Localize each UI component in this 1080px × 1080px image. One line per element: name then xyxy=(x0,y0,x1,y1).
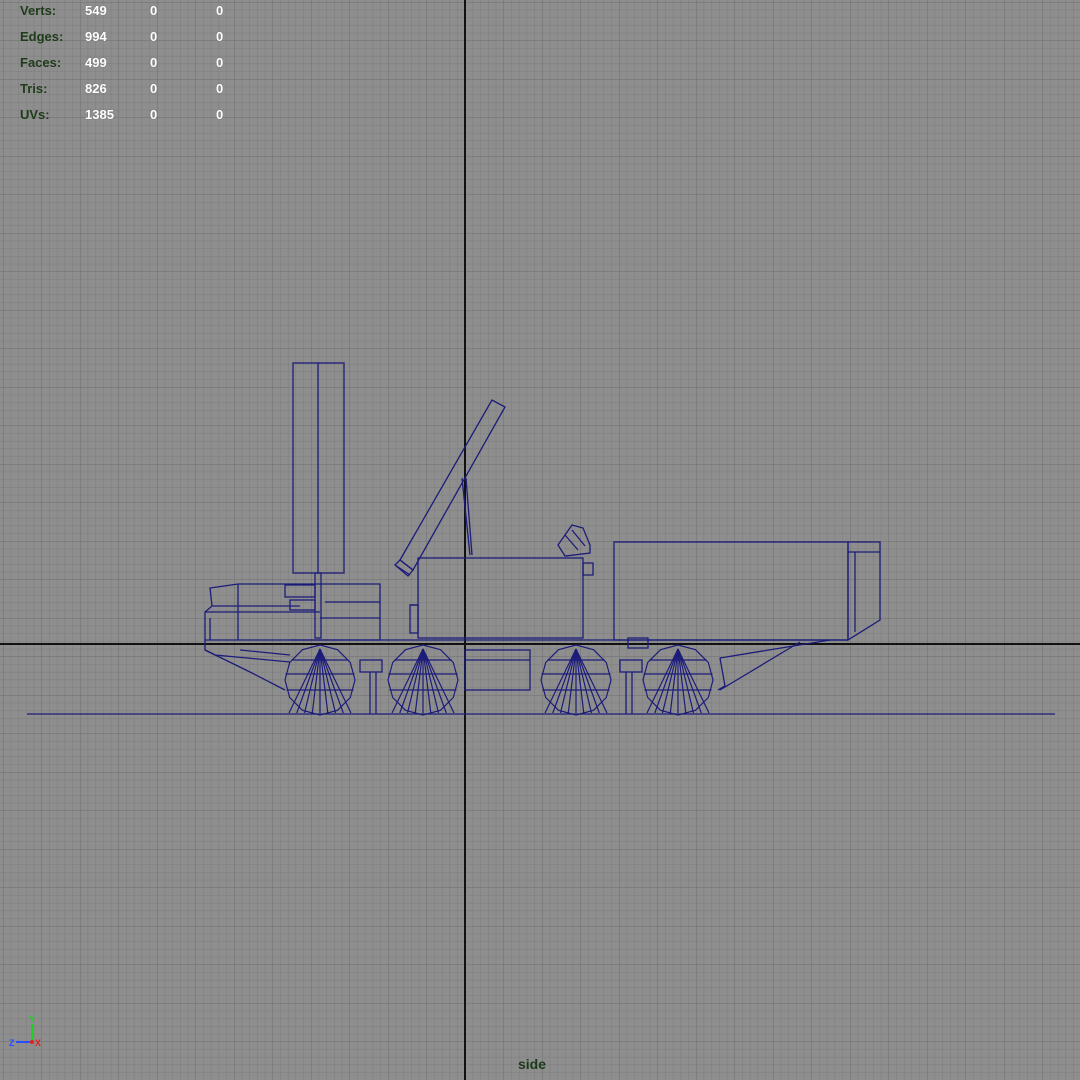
hud-label: Edges: xyxy=(20,29,64,44)
x-axis-dot xyxy=(30,1040,34,1044)
hud-value: 0 xyxy=(216,3,224,18)
hud-value: 0 xyxy=(216,29,224,44)
hud-label: Verts: xyxy=(20,3,57,18)
hud-value: 499 xyxy=(85,55,107,70)
hud-value: 0 xyxy=(150,81,158,96)
y-axis-label: Y xyxy=(29,1014,35,1024)
hud-value: 0 xyxy=(150,55,158,70)
viewport-canvas[interactable] xyxy=(0,0,1080,1080)
hud-value: 0 xyxy=(150,107,158,122)
camera-view-label: side xyxy=(518,1056,547,1072)
hud-value: 826 xyxy=(85,81,107,96)
side-viewport[interactable]: Verts: 549 0 0 Edges: 994 0 0 Faces: 499… xyxy=(0,0,1080,1080)
hud-value: 0 xyxy=(216,107,224,122)
hud-value: 0 xyxy=(216,55,224,70)
hud-label: Faces: xyxy=(20,55,62,70)
hud-value: 1385 xyxy=(85,107,114,122)
hud-value: 0 xyxy=(216,81,224,96)
hud-label: UVs: xyxy=(20,107,50,122)
grid-major xyxy=(0,0,1080,1080)
axis-orientation-icon: Y Z X xyxy=(9,1014,41,1048)
hud-value: 0 xyxy=(150,29,158,44)
hud-value: 549 xyxy=(85,3,107,18)
x-axis-label: X xyxy=(35,1038,41,1048)
hud-value: 0 xyxy=(150,3,158,18)
z-axis-label: Z xyxy=(9,1038,15,1048)
hud-value: 994 xyxy=(85,29,107,44)
hud-label: Tris: xyxy=(20,81,48,96)
